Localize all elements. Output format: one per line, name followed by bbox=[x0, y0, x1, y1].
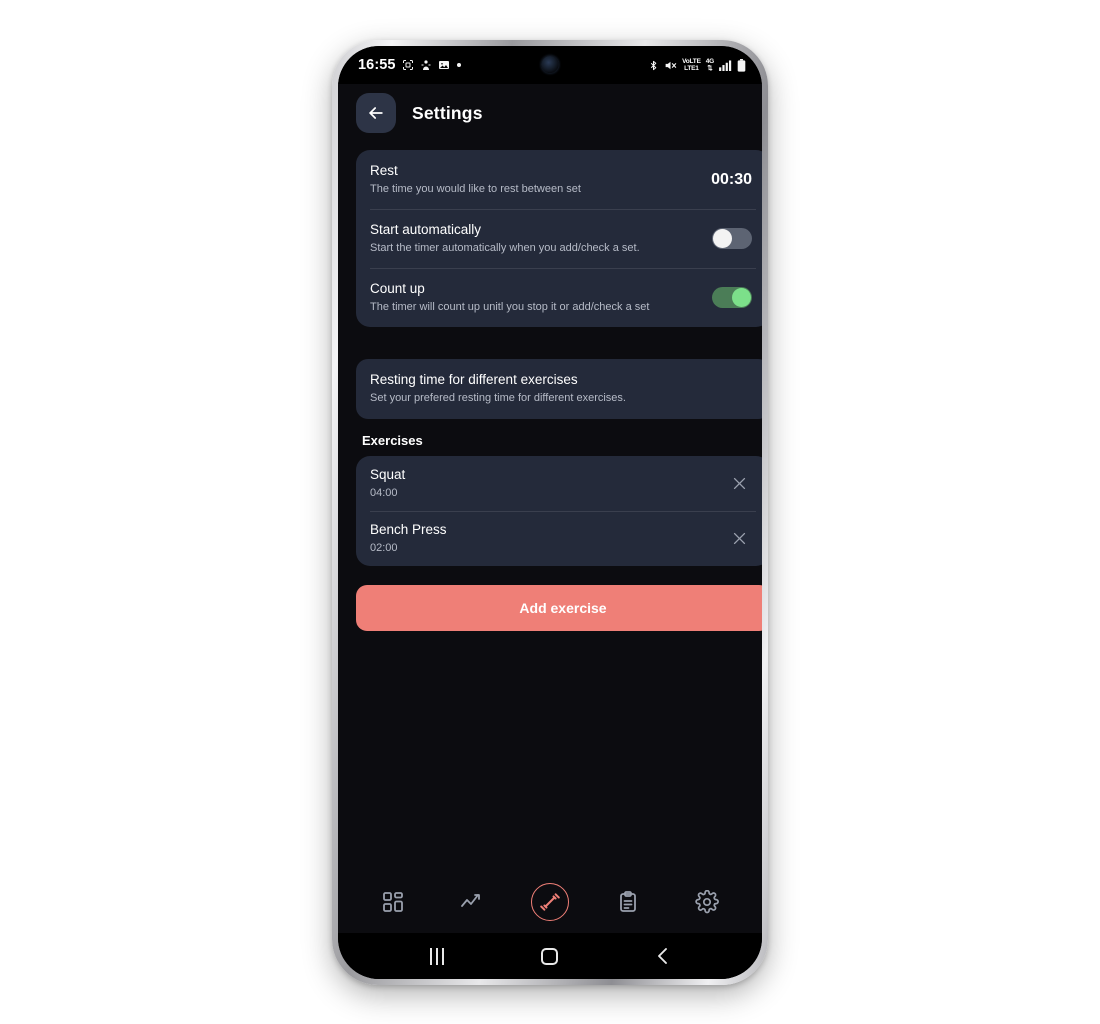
home-icon bbox=[541, 947, 559, 965]
toggle-knob bbox=[732, 288, 751, 307]
network-4g-icon: 4G ⇅ bbox=[706, 58, 714, 72]
setting-subtitle: The time you would like to rest between … bbox=[370, 183, 581, 195]
phone-device-frame: 16:55 VoLTE LTE1 4G ⇅ Settings Rest The … bbox=[332, 40, 768, 985]
network-label: 4G bbox=[705, 58, 714, 65]
app-notification-icon bbox=[420, 59, 432, 71]
exercise-name: Bench Press bbox=[370, 522, 447, 537]
setting-row-start-automatically[interactable]: Start automatically Start the timer auto… bbox=[356, 209, 762, 268]
count-up-toggle[interactable] bbox=[712, 287, 752, 308]
setting-title: Rest bbox=[370, 163, 398, 178]
dot-indicator-icon bbox=[456, 62, 462, 68]
setting-subtitle: Start the timer automatically when you a… bbox=[370, 242, 640, 254]
data-arrows-glyph: ⇅ bbox=[707, 65, 713, 72]
arrow-left-icon bbox=[369, 107, 383, 119]
setting-row-count-up[interactable]: Count up The timer will count up unitl y… bbox=[356, 268, 762, 327]
mute-icon bbox=[664, 59, 677, 72]
back-nav-button[interactable] bbox=[641, 941, 685, 971]
app-header: Settings bbox=[338, 84, 762, 142]
app-screen: 16:55 VoLTE LTE1 4G ⇅ Settings Rest The … bbox=[338, 46, 762, 979]
setting-title: Count up bbox=[370, 281, 425, 296]
battery-icon bbox=[737, 58, 746, 72]
active-tab-ring bbox=[530, 883, 569, 921]
statistics-tab[interactable] bbox=[446, 879, 498, 925]
chevron-left-icon bbox=[658, 948, 668, 964]
workout-tab[interactable] bbox=[524, 879, 576, 925]
volte-bottom-label: LTE1 bbox=[684, 65, 699, 72]
add-exercise-button[interactable]: Add exercise bbox=[356, 585, 762, 631]
resting-time-title: Resting time for different exercises bbox=[370, 372, 578, 387]
setting-row-rest[interactable]: Rest The time you would like to rest bet… bbox=[356, 150, 762, 209]
setting-row-text: Start automatically Start the timer auto… bbox=[370, 221, 702, 256]
setting-row-text: Count up The timer will count up unitl y… bbox=[370, 280, 702, 315]
home-button[interactable] bbox=[528, 941, 572, 971]
remove-exercise-button[interactable] bbox=[728, 528, 750, 550]
setting-subtitle: The timer will count up unitl you stop i… bbox=[370, 301, 650, 313]
exercise-info: Squat 04:00 bbox=[370, 466, 405, 501]
back-button[interactable] bbox=[356, 93, 396, 133]
page-title: Settings bbox=[412, 102, 483, 123]
status-bar: 16:55 VoLTE LTE1 4G ⇅ bbox=[338, 46, 762, 84]
status-bar-right: VoLTE LTE1 4G ⇅ bbox=[648, 58, 746, 72]
list-item[interactable]: Bench Press 02:00 bbox=[356, 511, 762, 566]
grid-icon bbox=[383, 892, 404, 912]
rest-time-value[interactable]: 00:30 bbox=[711, 171, 752, 189]
dashboard-tab[interactable] bbox=[367, 879, 419, 925]
timer-settings-card: Rest The time you would like to rest bet… bbox=[356, 150, 762, 327]
exercise-rest-time: 02:00 bbox=[370, 542, 398, 554]
bluetooth-icon bbox=[648, 59, 659, 72]
remove-exercise-button[interactable] bbox=[728, 473, 750, 495]
exercises-list-card: Squat 04:00 Bench Press 02:00 bbox=[356, 456, 762, 566]
resting-time-subtitle: Set your prefered resting time for diffe… bbox=[370, 392, 626, 404]
log-tab[interactable] bbox=[602, 879, 654, 925]
gallery-icon bbox=[438, 59, 450, 71]
resting-time-card[interactable]: Resting time for different exercises Set… bbox=[356, 359, 762, 419]
setting-title: Start automatically bbox=[370, 222, 482, 237]
clipboard-icon bbox=[620, 891, 637, 912]
status-bar-left: 16:55 bbox=[358, 57, 462, 73]
volte-top-label: VoLTE bbox=[682, 58, 701, 65]
recents-button[interactable] bbox=[415, 941, 459, 971]
start-automatically-toggle[interactable] bbox=[712, 228, 752, 249]
screenshot-stage: 16:55 VoLTE LTE1 4G ⇅ Settings Rest The … bbox=[0, 0, 1100, 1024]
exercise-name: Squat bbox=[370, 467, 406, 482]
gear-icon bbox=[695, 890, 719, 914]
signal-icon bbox=[719, 59, 732, 71]
volte-icon: VoLTE LTE1 bbox=[682, 58, 701, 72]
front-camera-punch-hole bbox=[541, 56, 559, 73]
exercise-rest-time: 04:00 bbox=[370, 487, 398, 499]
close-icon bbox=[733, 532, 745, 545]
screenshot-icon bbox=[402, 59, 414, 71]
exercises-section-heading: Exercises bbox=[362, 433, 423, 448]
toggle-knob bbox=[713, 229, 732, 248]
setting-row-text: Rest The time you would like to rest bet… bbox=[370, 162, 701, 197]
bottom-tab-bar bbox=[338, 871, 762, 933]
settings-content: Rest The time you would like to rest bet… bbox=[338, 142, 762, 871]
close-icon bbox=[733, 477, 745, 490]
exercise-info: Bench Press 02:00 bbox=[370, 521, 447, 556]
trending-line-icon bbox=[460, 894, 480, 907]
status-bar-clock: 16:55 bbox=[358, 57, 396, 73]
dumbbell-icon bbox=[540, 893, 560, 911]
settings-tab[interactable] bbox=[681, 879, 733, 925]
android-system-nav bbox=[338, 933, 762, 979]
phone-screen-bezel: 16:55 VoLTE LTE1 4G ⇅ Settings Rest The … bbox=[338, 46, 762, 979]
list-item[interactable]: Squat 04:00 bbox=[356, 456, 762, 511]
recents-icon bbox=[429, 947, 444, 965]
